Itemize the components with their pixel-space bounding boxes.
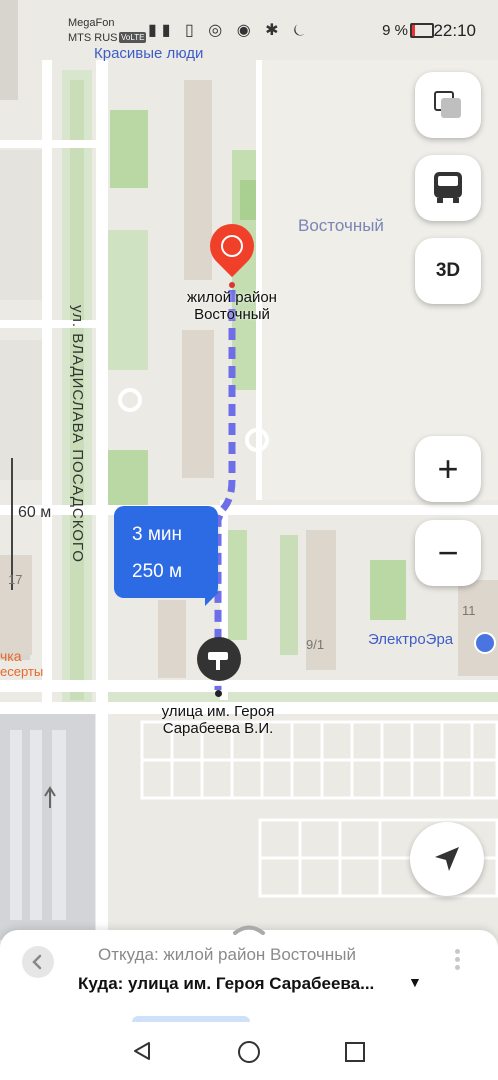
clock: 22:10 (433, 21, 476, 40)
operator-2: MTS RUS (68, 32, 118, 44)
signpost-icon (208, 652, 228, 660)
layers-icon (434, 91, 462, 119)
recents-icon[interactable] (344, 1041, 366, 1063)
volte-badge: VoLTE (119, 32, 147, 43)
back-icon[interactable] (131, 1040, 153, 1062)
route-time: 3 мин (132, 524, 183, 545)
zoom-out-button[interactable]: − (415, 520, 481, 586)
zoom-in-button[interactable]: + (415, 436, 481, 502)
poi-label: есерты (0, 664, 44, 679)
origin-label-line: жилой район (187, 289, 277, 306)
route-distance: 250 м (132, 561, 183, 582)
origin-pin-icon (221, 235, 243, 257)
route-summary-card[interactable]: 3 мин 250 м (114, 506, 218, 598)
origin-label-line: Восточный (194, 306, 270, 323)
battery-percent: 9 % (382, 22, 408, 39)
destination-label-line: Сарабеева В.И. (162, 720, 274, 737)
house-number: 11 (462, 603, 476, 618)
chevron-left-icon (32, 954, 42, 970)
destination-label: улица им. Героя Сарабеева В.И. (138, 703, 298, 737)
home-icon[interactable] (237, 1040, 261, 1064)
transport-button[interactable] (415, 155, 481, 221)
house-number: 9/1 (306, 637, 325, 652)
sheet-handle-icon[interactable] (231, 922, 267, 936)
operator-1: MegaFon (68, 17, 115, 29)
house-number: 17 (8, 572, 23, 587)
district-label: Восточный (298, 216, 384, 235)
origin-dot (229, 282, 235, 288)
bus-icon (433, 172, 463, 204)
system-nav-bar (0, 1022, 498, 1080)
status-bar: MegaFon MTS RUS VoLTE ▮▮ ▯ ◎ ◉ ✱ ⏾ 9 % 2… (0, 0, 498, 64)
status-icons: ▮▮ ▯ ◎ ◉ ✱ ⏾ (148, 22, 311, 39)
destination-label-line: улица им. Героя (161, 703, 275, 720)
place-label: Красивые люди (94, 45, 204, 62)
scale-label: 60 м (18, 504, 52, 521)
locate-button[interactable] (410, 822, 484, 896)
destination-dot (215, 690, 222, 697)
back-button[interactable] (22, 946, 54, 978)
layers-button[interactable] (415, 72, 481, 138)
route-from[interactable]: Откуда: жилой район Восточный (98, 945, 356, 965)
more-options-icon[interactable] (452, 946, 462, 976)
navigation-arrow-icon (435, 847, 459, 871)
dropdown-arrow-icon[interactable]: ▼ (408, 974, 422, 990)
battery-icon (410, 23, 434, 38)
route-card-tail (205, 592, 219, 606)
street-label: ул. ВЛАДИСЛАВА ПОСАДСКОГО (69, 305, 86, 563)
poi-electro-label[interactable]: ЭлектроЭра (368, 631, 453, 648)
poi-label: чка (0, 648, 22, 664)
poi-marker-icon[interactable] (474, 632, 496, 654)
route-to[interactable]: Куда: улица им. Героя Сарабеева... (78, 974, 374, 994)
origin-label: жилой район Восточный (162, 289, 302, 323)
signpost-icon (216, 660, 220, 670)
view-3d-button[interactable]: 3D (415, 238, 481, 304)
